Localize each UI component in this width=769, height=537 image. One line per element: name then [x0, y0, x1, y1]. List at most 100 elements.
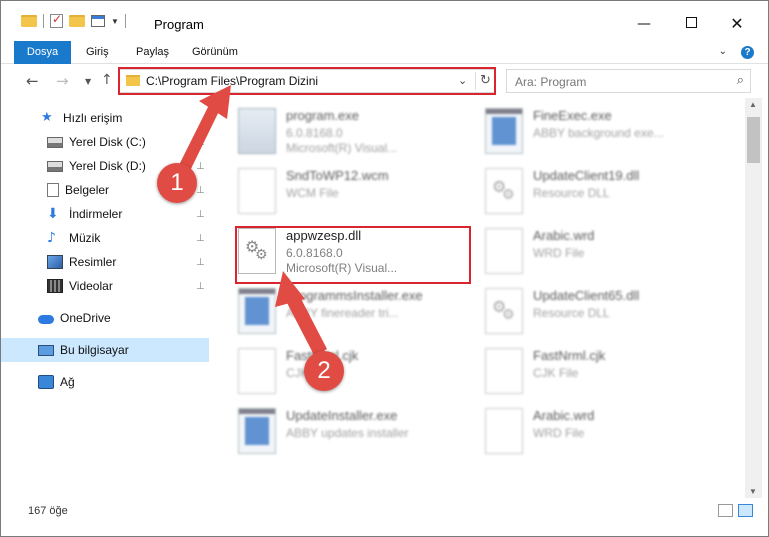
pin-icon: ⊥: [196, 136, 205, 148]
sidebar-item-label: Yerel Disk (C:): [69, 135, 146, 149]
recent-locations-button[interactable]: ▼: [85, 77, 91, 86]
file-item[interactable]: UpdateClient19.dll Resource DLL: [483, 162, 723, 222]
help-icon[interactable]: ?: [741, 46, 754, 59]
tiles-view-icon[interactable]: [738, 504, 753, 517]
search-input[interactable]: Ara: Program ⌕: [506, 69, 751, 93]
forward-button[interactable]: →: [56, 72, 69, 90]
file-highlight-box: [235, 226, 471, 284]
file-item[interactable]: Arabic.wrd WRD File: [483, 222, 723, 282]
file-item[interactable]: FastNrml.cjk CJK File: [236, 342, 476, 402]
vertical-scrollbar[interactable]: ▲ ▼: [745, 98, 762, 498]
folder-icon[interactable]: [21, 15, 37, 27]
up-button[interactable]: ↑: [101, 72, 113, 88]
file-name: UpdateClient19.dll: [533, 168, 640, 183]
file-type: WRD File: [533, 426, 585, 440]
drive-icon: [47, 160, 63, 172]
status-bar: 167 öğe: [1, 498, 768, 536]
sidebar-item-network[interactable]: Ağ: [1, 370, 209, 394]
tab-view[interactable]: Görünüm: [192, 41, 238, 64]
new-folder-icon[interactable]: [69, 15, 85, 27]
close-button[interactable]: ✕: [714, 9, 760, 39]
dll-icon: [485, 168, 523, 214]
pin-icon: ⊥: [196, 160, 205, 172]
scroll-down-icon[interactable]: ▼: [749, 487, 757, 496]
file-type: CJK File: [533, 366, 579, 380]
drive-icon: [47, 136, 63, 148]
file-item[interactable]: SndToWP12.wcm WCM File: [236, 162, 476, 222]
file-description: ABBY background exe...: [533, 126, 664, 140]
window-title: Program: [154, 17, 204, 32]
explorer-window: ▼ Program — ✕ Dosya Giriş Paylaş Görünüm…: [0, 0, 769, 537]
sidebar-item-quick-access[interactable]: ★ Hızlı erişim: [1, 106, 209, 130]
sidebar-item-label: Ağ: [60, 375, 75, 389]
sidebar-item-label: Bu bilgisayar: [60, 343, 129, 357]
videos-icon: [47, 279, 63, 293]
maximize-button[interactable]: [668, 9, 714, 39]
file-list: program.exe 6.0.8168.0 Microsoft(R) Visu…: [211, 98, 745, 498]
pin-icon: ⊥: [196, 280, 205, 292]
file-item[interactable]: FineExec.exe ABBY background exe...: [483, 102, 723, 162]
minimize-button[interactable]: —: [621, 9, 667, 39]
sidebar-item-pictures[interactable]: Resimler ⊥: [1, 250, 209, 274]
sidebar-item-label: Belgeler: [65, 183, 110, 197]
dll-icon: [485, 288, 523, 334]
maximize-icon: [685, 17, 697, 28]
music-icon: ♪: [47, 230, 56, 246]
file-description: Microsoft(R) Visual...: [286, 141, 398, 155]
file-item[interactable]: Arabic.wrd WRD File: [483, 402, 723, 462]
download-icon: ⬇: [47, 206, 59, 222]
file-item[interactable]: UpdateClient65.dll Resource DLL: [483, 282, 723, 342]
sidebar-item-this-pc[interactable]: Bu bilgisayar: [1, 338, 209, 362]
tab-share[interactable]: Paylaş: [136, 41, 169, 64]
properties-check-icon[interactable]: [50, 12, 63, 28]
file-item[interactable]: program.exe 6.0.8168.0 Microsoft(R) Visu…: [236, 102, 476, 162]
view-toggle: [718, 504, 753, 517]
file-type: WRD File: [533, 246, 585, 260]
sidebar-item-downloads[interactable]: ⬇ İndirmeler ⊥: [1, 202, 209, 226]
ribbon-right-controls: ⌄ ?: [719, 46, 754, 59]
customize-icon[interactable]: [91, 15, 105, 27]
qat-dropdown-icon[interactable]: ▼: [111, 17, 119, 26]
program-icon: [238, 108, 276, 154]
file-name: UpdateInstaller.exe: [286, 408, 398, 423]
sidebar-item-local-disk-c[interactable]: Yerel Disk (C:) ⊥: [1, 130, 209, 154]
file-description: ABBY finereader tri...: [286, 306, 399, 320]
file-version: 6.0.8168.0: [286, 126, 343, 140]
tab-home[interactable]: Giriş: [86, 41, 109, 64]
document-icon: [238, 348, 276, 394]
file-item[interactable]: FastNrml.cjk CJK File: [483, 342, 723, 402]
file-name: Arabic.wrd: [533, 228, 595, 243]
file-item[interactable]: UpdateInstaller.exe ABBY updates install…: [236, 402, 476, 462]
star-icon: ★: [41, 110, 53, 125]
exe-icon: [485, 108, 523, 154]
scrollbar-thumb[interactable]: [747, 117, 760, 163]
pictures-icon: [47, 255, 63, 269]
pin-icon: ⊥: [196, 232, 205, 244]
sidebar-item-label: Yerel Disk (D:): [69, 159, 146, 173]
title-bar: ▼ Program — ✕: [1, 1, 768, 41]
ribbon-tabs: Dosya Giriş Paylaş Görünüm ⌄ ?: [1, 41, 768, 101]
file-description: ABBY updates installer: [286, 426, 409, 440]
sidebar-item-music[interactable]: ♪ Müzik ⊥: [1, 226, 209, 250]
file-name: FastNrml.cjk: [533, 348, 606, 363]
documents-icon: [47, 183, 59, 197]
sidebar-item-label: İndirmeler: [69, 207, 123, 221]
expand-ribbon-icon[interactable]: ⌄: [719, 46, 727, 59]
details-view-icon[interactable]: [718, 504, 733, 517]
file-type: Resource DLL: [533, 186, 610, 200]
back-button[interactable]: ←: [26, 72, 39, 90]
separator: [43, 14, 44, 28]
separator: [124, 14, 126, 28]
search-icon[interactable]: ⌕: [737, 73, 744, 88]
address-highlight-box: [118, 67, 496, 95]
pin-icon: ⊥: [196, 256, 205, 268]
file-item[interactable]: ProgrammsInstaller.exe ABBY finereader t…: [236, 282, 476, 342]
scroll-up-icon[interactable]: ▲: [749, 100, 757, 109]
quick-access-toolbar: ▼: [21, 12, 126, 28]
sidebar-item-label: Resimler: [69, 255, 117, 269]
sidebar-item-videos[interactable]: Videolar ⊥: [1, 274, 209, 298]
document-icon: [485, 228, 523, 274]
sidebar-item-onedrive[interactable]: OneDrive: [1, 306, 209, 330]
file-name: Arabic.wrd: [533, 408, 595, 423]
file-name: ProgrammsInstaller.exe: [286, 288, 423, 303]
